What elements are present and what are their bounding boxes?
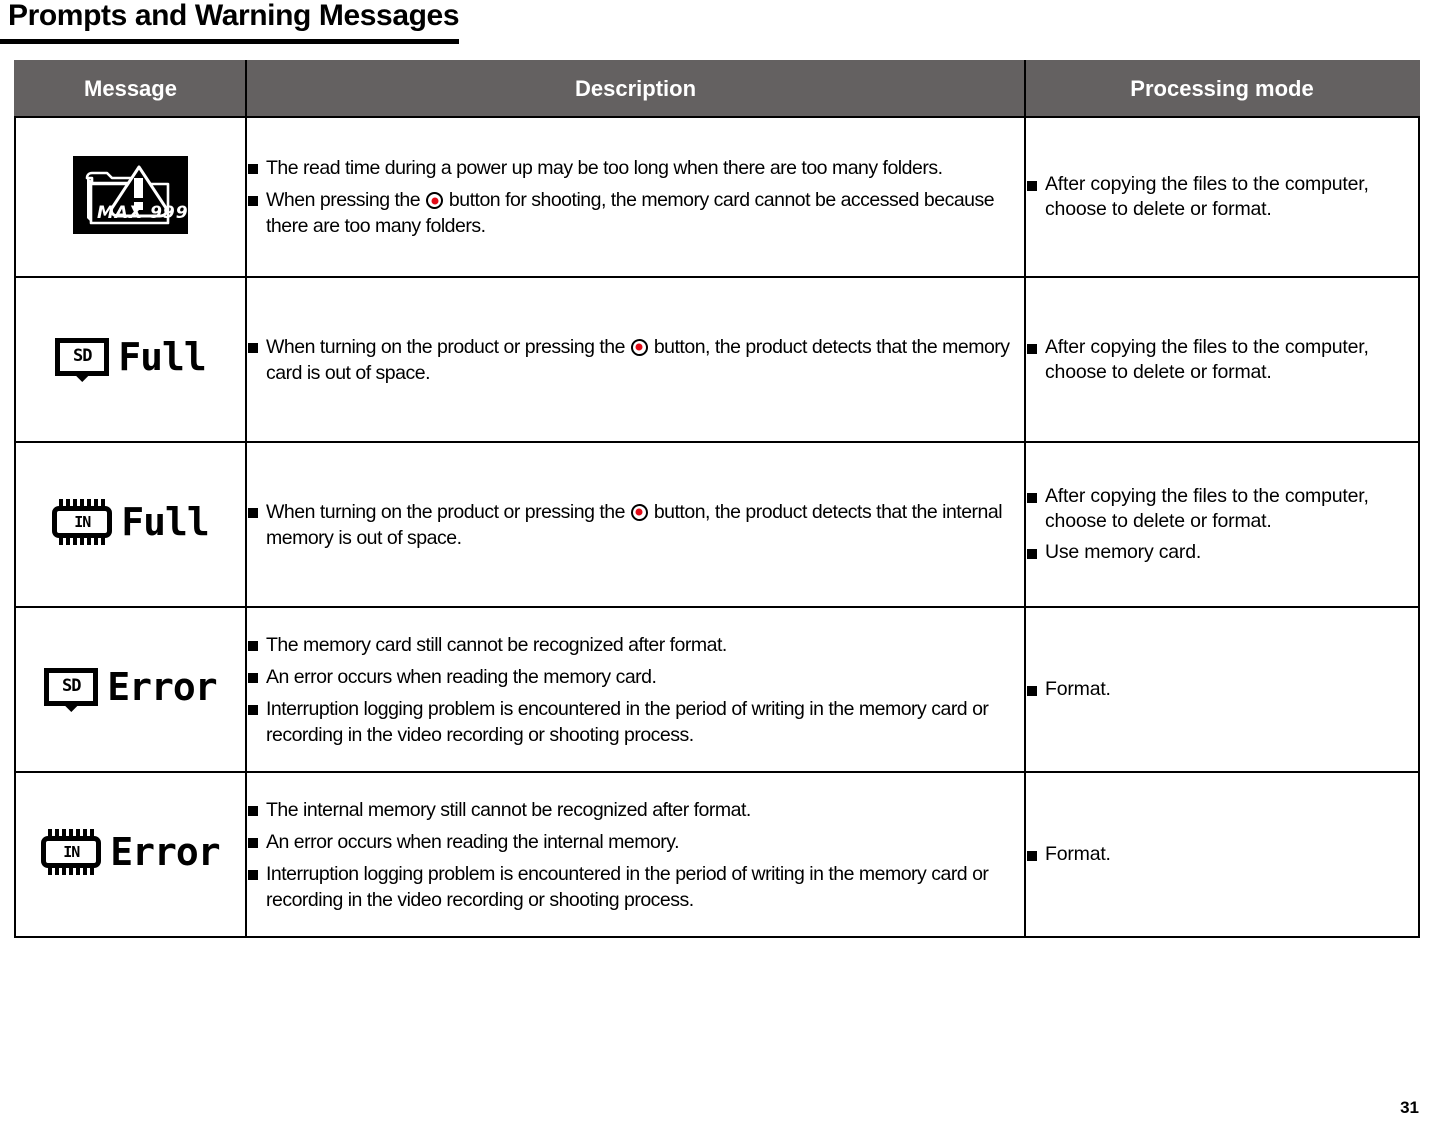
sd-card-glyph-icon: SD <box>44 668 99 706</box>
description-item: Interruption logging problem is encounte… <box>247 696 1024 748</box>
table-body: MAX 999 The read time during a power up … <box>14 116 1420 938</box>
sd-card-error-icon: SD Error <box>44 665 218 709</box>
processing-mode-list: Format. <box>1026 842 1418 867</box>
description-list: When turning on the product or pressing … <box>247 334 1024 386</box>
message-cell: MAX 999 <box>14 116 247 278</box>
column-header-processing-mode: Processing mode <box>1024 60 1420 118</box>
processing-mode-list: Format. <box>1026 677 1418 702</box>
processing-mode-cell: After copying the files to the computer,… <box>1024 276 1420 443</box>
page-number: 31 <box>1400 1098 1419 1117</box>
page-title: Prompts and Warning Messages <box>0 0 460 44</box>
chip-pins-top <box>48 829 95 836</box>
shutter-button-icon <box>426 192 444 209</box>
message-status-text: Full <box>118 335 207 379</box>
message-cell: SD Error <box>14 606 247 773</box>
description-text-pre: When pressing the <box>266 189 426 211</box>
chip-body: IN <box>41 836 102 868</box>
message-status-text: Error <box>107 665 217 709</box>
description-text-pre: When turning on the product or pressing … <box>266 500 630 523</box>
processing-mode-cell: Format. <box>1024 606 1420 773</box>
chip-label: IN <box>63 842 80 861</box>
processing-mode-item: Format. <box>1026 842 1418 867</box>
column-header-description: Description <box>245 60 1026 118</box>
description-item: When pressing the button for shooting, t… <box>247 187 1024 239</box>
message-cell: IN Full <box>14 441 247 608</box>
svg-text:MAX 999: MAX 999 <box>97 203 188 223</box>
sd-card-label: SD <box>72 346 92 366</box>
message-status-text: Full <box>121 500 210 544</box>
description-list: The memory card still cannot be recogniz… <box>247 632 1024 748</box>
shutter-button-icon <box>630 338 648 356</box>
message-status-text: Error <box>110 830 220 874</box>
table-row: IN Full When turning on the product or p… <box>14 441 1420 608</box>
table-header: Message Description Processing mode <box>14 60 1420 118</box>
chip-pins-bottom <box>59 538 106 545</box>
description-item: When turning on the product or pressing … <box>247 334 1024 386</box>
prompts-warning-messages-table: Message Description Processing mode MAX … <box>14 60 1420 938</box>
sd-card-glyph-icon: SD <box>55 338 110 376</box>
table-row: SD Error The memory card still cannot be… <box>14 606 1420 773</box>
shutter-button-icon <box>630 503 648 521</box>
processing-mode-item: Format. <box>1026 677 1418 702</box>
description-item: When turning on the product or pressing … <box>247 499 1024 551</box>
table-row: SD Full When turning on the product or p… <box>14 276 1420 443</box>
chip-label: IN <box>74 512 91 531</box>
message-cell: IN Error <box>14 771 247 938</box>
column-header-message: Message <box>14 60 247 118</box>
memory-chip-glyph-icon: IN <box>52 499 113 545</box>
description-cell: When turning on the product or pressing … <box>245 276 1026 443</box>
chip-body: IN <box>52 506 113 538</box>
description-cell: The internal memory still cannot be reco… <box>245 771 1026 938</box>
internal-memory-full-icon: IN Full <box>52 499 210 545</box>
description-item: The internal memory still cannot be reco… <box>247 797 1024 823</box>
sd-card-full-icon: SD Full <box>55 335 207 379</box>
description-text-pre: When turning on the product or pressing … <box>266 335 630 358</box>
description-list: When turning on the product or pressing … <box>247 499 1024 551</box>
description-item: The read time during a power up may be t… <box>247 155 1024 181</box>
internal-memory-error-icon: IN Error <box>41 829 221 875</box>
sd-card-label: SD <box>62 676 81 696</box>
description-item: An error occurs when reading the interna… <box>247 829 1024 855</box>
description-list: The read time during a power up may be t… <box>247 155 1024 239</box>
processing-mode-item: After copying the files to the computer,… <box>1026 335 1418 385</box>
processing-mode-item: Use memory card. <box>1026 540 1418 565</box>
message-cell: SD Full <box>14 276 247 443</box>
chip-pins-top <box>59 499 106 506</box>
table-row: MAX 999 The read time during a power up … <box>14 116 1420 278</box>
description-cell: The read time during a power up may be t… <box>245 116 1026 278</box>
processing-mode-cell: After copying the files to the computer,… <box>1024 441 1420 608</box>
description-cell: The memory card still cannot be recogniz… <box>245 606 1026 773</box>
memory-chip-glyph-icon: IN <box>41 829 102 875</box>
description-text: The read time during a power up may be t… <box>266 157 943 179</box>
description-item: An error occurs when reading the memory … <box>247 664 1024 690</box>
folder-max-999-warning-icon: MAX 999 <box>73 155 188 234</box>
table-row: IN Error The internal memory still canno… <box>14 771 1420 938</box>
processing-mode-item: After copying the files to the computer,… <box>1026 484 1418 534</box>
description-list: The internal memory still cannot be reco… <box>247 797 1024 913</box>
table-header-row: Message Description Processing mode <box>14 60 1420 118</box>
processing-mode-cell: After copying the files to the computer,… <box>1024 116 1420 278</box>
processing-mode-list: After copying the files to the computer,… <box>1026 484 1418 565</box>
description-item: Interruption logging problem is encounte… <box>247 861 1024 913</box>
processing-mode-cell: Format. <box>1024 771 1420 938</box>
processing-mode-list: After copying the files to the computer,… <box>1026 172 1418 222</box>
processing-mode-item: After copying the files to the computer,… <box>1026 172 1418 222</box>
processing-mode-list: After copying the files to the computer,… <box>1026 335 1418 385</box>
chip-pins-bottom <box>48 868 95 875</box>
description-cell: When turning on the product or pressing … <box>245 441 1026 608</box>
description-item: The memory card still cannot be recogniz… <box>247 632 1024 658</box>
